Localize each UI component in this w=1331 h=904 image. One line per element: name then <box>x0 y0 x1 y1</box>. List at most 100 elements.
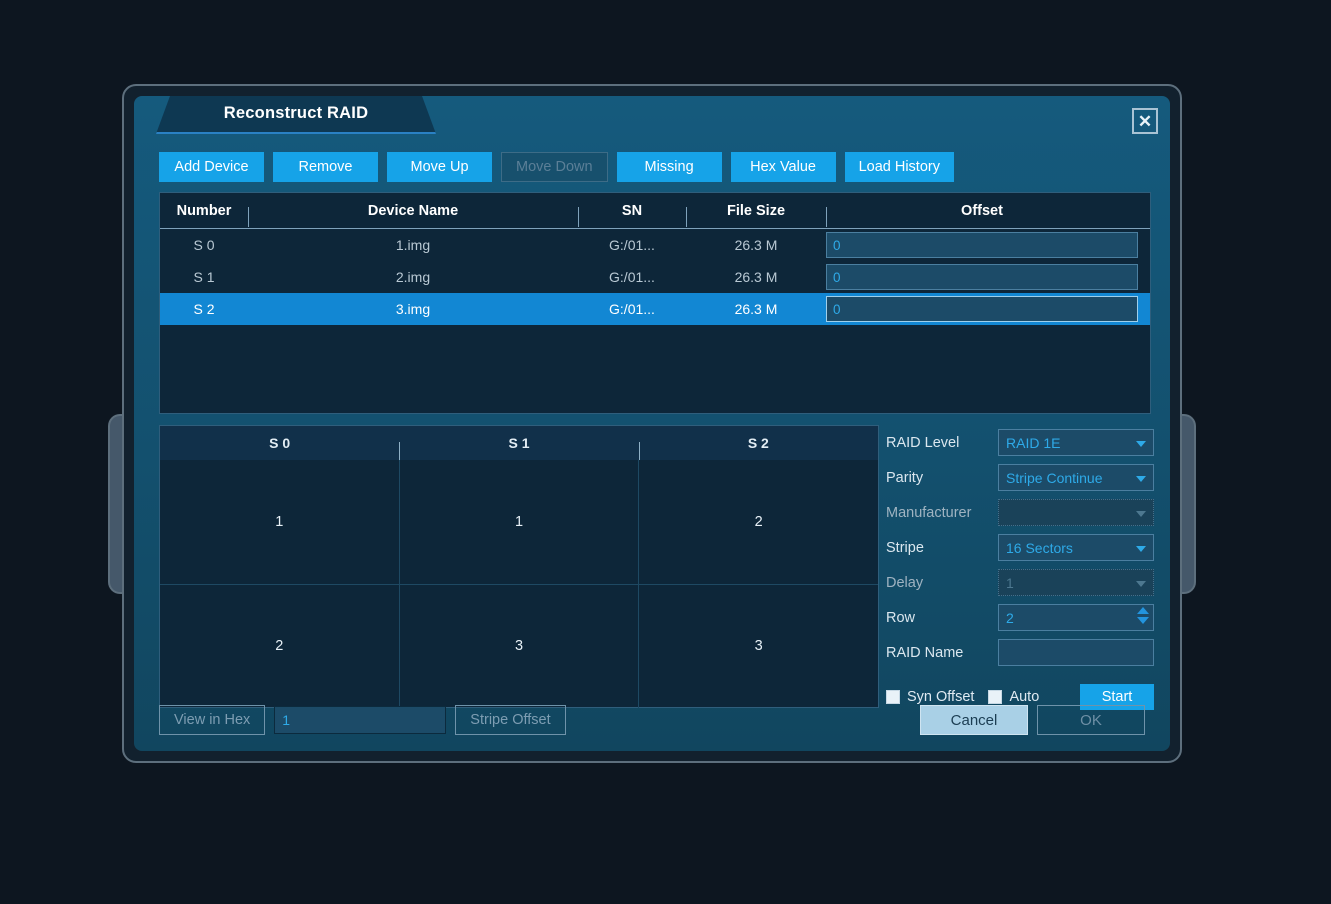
stripe-cell[interactable]: 1 <box>160 460 400 584</box>
stripe-cell[interactable]: 2 <box>639 460 878 584</box>
chevron-down-icon <box>1136 546 1146 552</box>
cell-offset <box>826 296 1150 322</box>
label-row: Row <box>886 610 998 626</box>
device-table: Number Device Name SN File Size Offset S… <box>159 192 1151 414</box>
label-parity: Parity <box>886 470 998 486</box>
column-header-offset: Offset <box>826 203 1150 219</box>
syn-offset-checkbox[interactable] <box>886 690 900 704</box>
device-table-body: S 01.imgG:/01...26.3 MS 12.imgG:/01...26… <box>160 229 1150 325</box>
toolbar-button-move-up[interactable]: Move Up <box>387 152 492 182</box>
toolbar-button-hex-value[interactable]: Hex Value <box>731 152 836 182</box>
field-row: Row 2 <box>886 600 1154 635</box>
stripe-value: 16 Sectors <box>1006 540 1073 556</box>
spinner-up-icon[interactable] <box>1137 607 1149 614</box>
offset-input[interactable] <box>826 232 1138 258</box>
column-header-device-name: Device Name <box>248 203 578 219</box>
toolbar-button-missing[interactable]: Missing <box>617 152 722 182</box>
cell-offset <box>826 232 1150 258</box>
cell-offset <box>826 264 1150 290</box>
chevron-down-icon <box>1136 511 1146 517</box>
offset-input[interactable] <box>826 264 1138 290</box>
toolbar-button-load-history[interactable]: Load History <box>845 152 954 182</box>
cell-sn: G:/01... <box>578 269 686 285</box>
column-header-number: Number <box>160 203 248 219</box>
label-manufacturer: Manufacturer <box>886 505 998 521</box>
raid-level-value: RAID 1E <box>1006 435 1060 451</box>
raid-level-select[interactable]: RAID 1E <box>998 429 1154 456</box>
ok-button[interactable]: OK <box>1037 705 1145 735</box>
cell-file-size: 26.3 M <box>686 237 826 253</box>
stripe-cell[interactable]: 2 <box>160 585 400 709</box>
view-in-hex-button[interactable]: View in Hex <box>159 705 265 735</box>
stripe-column-header: S 1 <box>399 435 638 451</box>
cancel-button[interactable]: Cancel <box>920 705 1028 735</box>
table-row[interactable]: S 01.imgG:/01...26.3 M <box>160 229 1150 261</box>
stripe-cell[interactable]: 3 <box>400 585 640 709</box>
field-delay: Delay 1 <box>886 565 1154 600</box>
delay-value: 1 <box>1006 575 1014 591</box>
label-raid-name: RAID Name <box>886 645 998 661</box>
toolbar-button-remove[interactable]: Remove <box>273 152 378 182</box>
label-stripe: Stripe <box>886 540 998 556</box>
bottom-bar: View in Hex Stripe Offset Cancel OK <box>159 705 1145 735</box>
cell-file-size: 26.3 M <box>686 269 826 285</box>
label-raid-level: RAID Level <box>886 435 998 451</box>
column-header-offset-label: Offset <box>961 203 1003 219</box>
parity-select[interactable]: Stripe Continue <box>998 464 1154 491</box>
chevron-down-icon <box>1136 441 1146 447</box>
toolbar-button-add-device[interactable]: Add Device <box>159 152 264 182</box>
field-stripe: Stripe 16 Sectors <box>886 530 1154 565</box>
stripe-map-grid: S 0S 1S 2 112233 <box>159 425 879 708</box>
close-glyph: ✕ <box>1138 113 1152 130</box>
row-spinner[interactable] <box>1137 607 1149 624</box>
close-icon[interactable]: ✕ <box>1132 108 1158 134</box>
cell-number: S 2 <box>160 301 248 317</box>
stripe-grid-header: S 0S 1S 2 <box>160 426 878 460</box>
manufacturer-select[interactable] <box>998 499 1154 526</box>
raid-settings-panel: RAID Level RAID 1E Parity Stripe Continu… <box>886 425 1154 670</box>
field-parity: Parity Stripe Continue <box>886 460 1154 495</box>
chevron-down-icon <box>1136 581 1146 587</box>
offset-input[interactable] <box>826 296 1138 322</box>
cell-sn: G:/01... <box>578 237 686 253</box>
toolbar-button-move-down: Move Down <box>501 152 608 182</box>
delay-select[interactable]: 1 <box>998 569 1154 596</box>
column-header-file-size: File Size <box>686 203 826 219</box>
syn-offset-label: Syn Offset <box>907 689 974 705</box>
stripe-offset-button[interactable]: Stripe Offset <box>455 705 565 735</box>
row-value: 2 <box>1006 610 1014 626</box>
row-stepper[interactable]: 2 <box>998 604 1154 631</box>
cell-number: S 0 <box>160 237 248 253</box>
field-raid-name: RAID Name <box>886 635 1154 670</box>
parity-value: Stripe Continue <box>1006 470 1103 486</box>
cell-number: S 1 <box>160 269 248 285</box>
cell-device-name: 1.img <box>248 237 578 253</box>
auto-checkbox[interactable] <box>988 690 1002 704</box>
toolbar: Add Device Remove Move Up Move Down Missing H… <box>159 152 954 182</box>
cell-sn: G:/01... <box>578 301 686 317</box>
stripe-index-input[interactable] <box>274 706 446 734</box>
label-delay: Delay <box>886 575 998 591</box>
table-row[interactable]: S 23.imgG:/01...26.3 M <box>160 293 1150 325</box>
spinner-down-icon[interactable] <box>1137 617 1149 624</box>
chevron-down-icon <box>1136 476 1146 482</box>
stripe-row: 233 <box>160 585 878 709</box>
cell-device-name: 3.img <box>248 301 578 317</box>
stripe-cell[interactable]: 3 <box>639 585 878 709</box>
table-row[interactable]: S 12.imgG:/01...26.3 M <box>160 261 1150 293</box>
field-manufacturer: Manufacturer <box>886 495 1154 530</box>
stripe-cell[interactable]: 1 <box>400 460 640 584</box>
cell-device-name: 2.img <box>248 269 578 285</box>
dialog-body: Reconstruct RAID ✕ Add Device Remove Move … <box>134 96 1170 751</box>
dialog-frame: Reconstruct RAID ✕ Add Device Remove Move … <box>122 84 1182 763</box>
stripe-select[interactable]: 16 Sectors <box>998 534 1154 561</box>
cell-file-size: 26.3 M <box>686 301 826 317</box>
column-header-sn: SN <box>578 203 686 219</box>
page-title: Reconstruct RAID <box>224 104 368 125</box>
stripe-grid-body: 112233 <box>160 460 878 708</box>
field-raid-level: RAID Level RAID 1E <box>886 425 1154 460</box>
auto-label: Auto <box>1009 689 1039 705</box>
stripe-row: 112 <box>160 460 878 585</box>
stripe-column-header: S 0 <box>160 435 399 451</box>
raid-name-input[interactable] <box>998 639 1154 666</box>
